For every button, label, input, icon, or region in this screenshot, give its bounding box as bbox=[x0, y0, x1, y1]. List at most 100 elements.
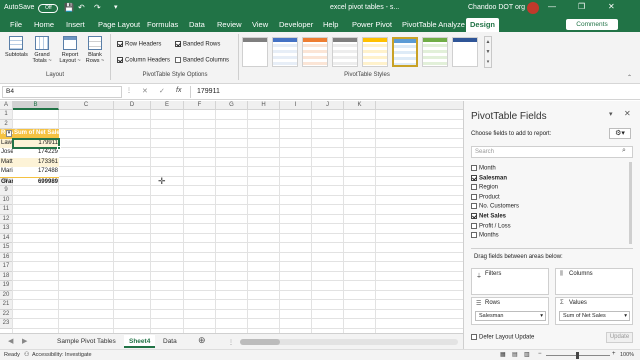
column-header[interactable]: K bbox=[344, 101, 376, 110]
tab-insert[interactable]: Insert bbox=[66, 20, 85, 29]
column-header[interactable]: E bbox=[151, 101, 184, 110]
tab-help[interactable]: Help bbox=[323, 20, 338, 29]
formula-input[interactable]: 179911 bbox=[190, 86, 635, 98]
autosave-toggle[interactable]: Off bbox=[38, 4, 58, 13]
column-header[interactable]: B bbox=[13, 101, 59, 110]
pivot-row-label[interactable]: Joseph bbox=[0, 148, 13, 158]
tab-review[interactable]: Review bbox=[217, 20, 242, 29]
redo-icon[interactable]: ↷ bbox=[94, 3, 101, 12]
sheet-tab-sheet4[interactable]: Sheet4 bbox=[124, 335, 156, 348]
field-list-item[interactable]: Net Sales bbox=[471, 213, 506, 220]
page-layout-view-icon[interactable]: ▤ bbox=[512, 351, 518, 358]
tab-data[interactable]: Data bbox=[189, 20, 205, 29]
tab-formulas[interactable]: Formulas bbox=[147, 20, 178, 29]
close-icon[interactable]: ✕ bbox=[608, 2, 615, 11]
zoom-slider-thumb[interactable] bbox=[576, 352, 579, 359]
filters-area[interactable]: ⏚ Filters bbox=[471, 268, 549, 295]
tab-pivottable-analyze[interactable]: PivotTable Analyze bbox=[402, 20, 465, 29]
gallery-scroll[interactable]: ▲ ▼ ▾ bbox=[484, 36, 492, 68]
scroll-right-icon[interactable]: ▶ bbox=[22, 337, 27, 345]
zoom-level[interactable]: 100% bbox=[620, 352, 634, 358]
field-checkbox[interactable] bbox=[471, 184, 477, 191]
tab-home[interactable]: Home bbox=[34, 20, 54, 29]
undo-icon[interactable]: ↶ bbox=[78, 3, 85, 12]
values-area[interactable]: Σ Values Sum of Net Sales ▾ bbox=[555, 297, 633, 325]
document-title[interactable]: excel pivot tables - s... bbox=[330, 4, 399, 11]
banded-rows-checkbox[interactable] bbox=[175, 41, 181, 47]
columns-area[interactable]: ⫼ Columns bbox=[555, 268, 633, 295]
pivot-grand-total-value[interactable]: 699989 bbox=[13, 176, 59, 187]
comments-button[interactable]: Comments bbox=[566, 19, 618, 30]
tab-view[interactable]: View bbox=[252, 20, 268, 29]
pivot-style-swatch[interactable] bbox=[422, 37, 448, 67]
field-list-scrollbar[interactable] bbox=[629, 162, 632, 244]
zoom-out-icon[interactable]: − bbox=[538, 351, 542, 357]
field-list-item[interactable]: Profit / Loss bbox=[471, 222, 511, 229]
grand-totals-button[interactable]: Grand Totals ~ bbox=[31, 36, 53, 64]
pivot-style-swatch[interactable] bbox=[302, 37, 328, 67]
avatar[interactable] bbox=[527, 2, 539, 14]
field-list-item[interactable]: Months bbox=[471, 232, 499, 239]
field-checkbox[interactable] bbox=[471, 203, 477, 210]
sheet-tab-more-icon[interactable]: ⋮ bbox=[228, 339, 234, 346]
update-button[interactable]: Update bbox=[606, 332, 633, 343]
pivot-style-swatch[interactable] bbox=[362, 37, 388, 67]
pivot-style-swatch[interactable] bbox=[392, 37, 418, 67]
defer-update-option[interactable]: Defer Layout Update bbox=[471, 334, 534, 341]
blank-rows-button[interactable]: Blank Rows ~ bbox=[84, 36, 106, 64]
banded-columns-option[interactable]: Banded Columns bbox=[175, 57, 229, 64]
field-checkbox[interactable] bbox=[471, 232, 477, 239]
field-list-item[interactable]: Salesman bbox=[471, 174, 507, 181]
field-search-input[interactable]: Search ⌕ bbox=[471, 146, 633, 158]
column-header[interactable]: I bbox=[280, 101, 312, 110]
field-list-item[interactable]: No. Customers bbox=[471, 203, 519, 210]
horizontal-scrollbar[interactable] bbox=[240, 339, 458, 345]
scrollbar-thumb[interactable] bbox=[240, 339, 280, 345]
field-list-item[interactable]: Product bbox=[471, 193, 500, 200]
column-header[interactable]: J bbox=[312, 101, 344, 110]
column-header[interactable]: F bbox=[184, 101, 216, 110]
field-list-item[interactable]: Month bbox=[471, 165, 496, 172]
customize-qat-icon[interactable]: ▾ bbox=[114, 3, 118, 11]
scroll-left-icon[interactable]: ◀ bbox=[8, 337, 13, 345]
sheet-tab-sample-pivot-tables[interactable]: Sample Pivot Tables bbox=[52, 335, 121, 348]
restore-icon[interactable]: ❐ bbox=[578, 2, 585, 11]
pivot-row-value[interactable]: 174229 bbox=[13, 148, 59, 158]
report-layout-button[interactable]: Report Layout ~ bbox=[58, 36, 82, 64]
banded-rows-option[interactable]: Banded Rows bbox=[175, 41, 220, 48]
collapse-ribbon-icon[interactable]: ⌃ bbox=[627, 74, 632, 81]
sheet-tab-data[interactable]: Data bbox=[158, 335, 182, 348]
gear-icon[interactable]: ⚙▾ bbox=[609, 128, 631, 139]
pivot-style-swatch[interactable] bbox=[272, 37, 298, 67]
column-header[interactable]: H bbox=[248, 101, 280, 110]
pivot-row-value[interactable]: 172488 bbox=[13, 167, 59, 177]
tab-page-layout[interactable]: Page Layout bbox=[98, 20, 140, 29]
field-checkbox[interactable] bbox=[471, 174, 477, 181]
column-header[interactable]: A bbox=[0, 101, 13, 110]
column-headers-option[interactable]: Column Headers bbox=[117, 57, 170, 64]
pivot-row-value[interactable]: 173361 bbox=[13, 157, 59, 167]
column-header[interactable]: C bbox=[59, 101, 114, 110]
name-box[interactable]: B4 bbox=[2, 86, 122, 98]
minimize-icon[interactable]: — bbox=[548, 2, 556, 11]
pivot-style-swatch[interactable] bbox=[242, 37, 268, 67]
normal-view-icon[interactable]: ▦ bbox=[500, 351, 506, 358]
values-field-pill[interactable]: Sum of Net Sales ▾ bbox=[559, 311, 630, 321]
defer-update-checkbox[interactable] bbox=[471, 334, 477, 340]
tab-design[interactable]: Design bbox=[466, 18, 500, 32]
pivot-style-swatch[interactable] bbox=[332, 37, 358, 67]
row-labels-filter-icon[interactable]: ▾ bbox=[6, 130, 12, 137]
zoom-in-icon[interactable]: + bbox=[612, 351, 616, 357]
rows-area[interactable]: ☰ Rows Salesman ▾ bbox=[471, 297, 549, 325]
tab-developer[interactable]: Developer bbox=[279, 20, 313, 29]
worksheet-grid[interactable]: ABCDEFGHIJK12345678910111213141516171819… bbox=[0, 101, 463, 333]
field-checkbox[interactable] bbox=[471, 213, 477, 219]
fill-handle[interactable] bbox=[57, 146, 61, 150]
accessibility-status[interactable]: Accessibility: Investigate bbox=[32, 352, 92, 358]
tab-file[interactable]: File bbox=[10, 20, 22, 29]
add-sheet-icon[interactable]: ⊕ bbox=[198, 335, 206, 346]
chevron-down-icon[interactable]: ▾ bbox=[624, 312, 627, 320]
insert-function-icon[interactable]: fx bbox=[176, 87, 181, 94]
banded-columns-checkbox[interactable] bbox=[175, 57, 181, 63]
pivot-row-label[interactable]: Maria bbox=[0, 167, 13, 177]
